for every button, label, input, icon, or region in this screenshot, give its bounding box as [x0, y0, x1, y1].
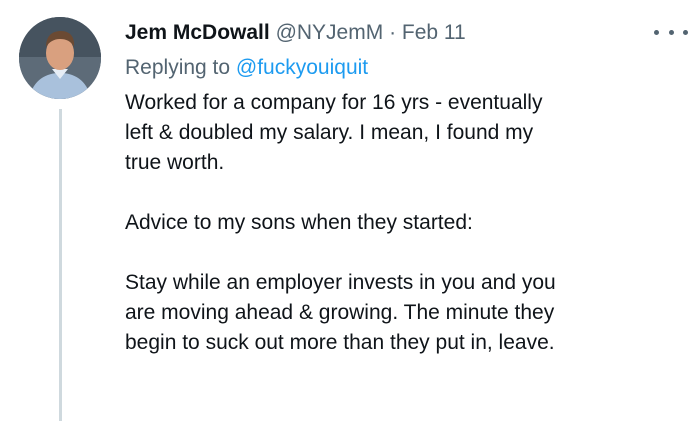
- author-name[interactable]: Jem McDowall: [125, 21, 270, 44]
- tweet-paragraph: Stay while an employer invests in you an…: [125, 268, 680, 358]
- tweet-line: are moving ahead & growing. The minute t…: [125, 301, 555, 324]
- tweet-line: begin to suck out more than they put in,…: [125, 331, 555, 354]
- author-handle[interactable]: @NYJemM: [276, 21, 384, 44]
- tweet-line: true worth.: [125, 151, 225, 174]
- tweet-line: Stay while an employer invests in you an…: [125, 271, 556, 294]
- tweet-date[interactable]: Feb 11: [402, 21, 466, 44]
- tweet-line: Advice to my sons when they started:: [125, 211, 473, 234]
- avatar-image: [19, 17, 101, 99]
- replying-to-label: Replying to: [125, 56, 236, 79]
- avatar[interactable]: [19, 17, 101, 99]
- separator-dot: ·: [389, 21, 397, 44]
- tweet-line: Worked for a company for 16 yrs - eventu…: [125, 91, 543, 114]
- tweet-paragraph: Worked for a company for 16 yrs - eventu…: [125, 88, 680, 178]
- more-dot: [683, 29, 688, 35]
- more-dot: [668, 29, 674, 35]
- replying-to-mention[interactable]: @fuckyouiquit: [236, 56, 368, 79]
- replying-to-line: Replying to @fuckyouiquit: [125, 52, 680, 84]
- more-dot: [654, 29, 659, 35]
- more-options-icon[interactable]: [654, 22, 688, 42]
- tweet-content: Jem McDowall @NYJemM · Feb 11 Replying t…: [125, 17, 680, 358]
- tweet-header: Jem McDowall @NYJemM · Feb 11: [125, 17, 680, 49]
- tweet-line: left & doubled my salary. I mean, I foun…: [125, 121, 534, 144]
- tweet: Jem McDowall @NYJemM · Feb 11 Replying t…: [0, 0, 700, 421]
- tweet-text: Worked for a company for 16 yrs - eventu…: [125, 88, 680, 358]
- tweet-paragraph: Advice to my sons when they started:: [125, 208, 680, 238]
- thread-line: [59, 109, 62, 421]
